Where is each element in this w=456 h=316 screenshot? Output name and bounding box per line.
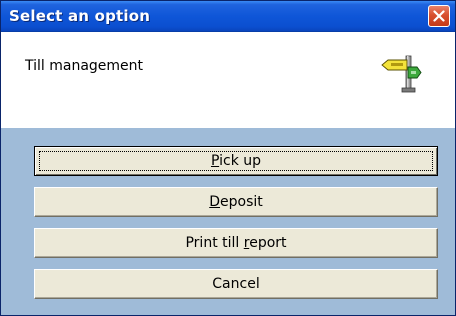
button-label: Deposit <box>209 194 263 210</box>
title-bar[interactable]: Select an option <box>1 1 455 32</box>
print-till-report-button[interactable]: Print till report <box>34 228 438 258</box>
message-text: Till management <box>25 58 144 74</box>
deposit-button[interactable]: Deposit <box>34 187 438 217</box>
pick-up-button[interactable]: Pick up <box>34 146 438 176</box>
close-x-icon <box>433 10 445 22</box>
window-title: Select an option <box>9 7 151 25</box>
button-area: Pick up Deposit Print till report Cancel <box>1 128 455 315</box>
close-button[interactable] <box>428 5 450 27</box>
button-label: Print till report <box>185 235 287 251</box>
cancel-button[interactable]: Cancel <box>34 269 438 299</box>
signpost-icon <box>381 55 422 93</box>
button-label: Cancel <box>212 276 260 292</box>
button-label: Pick up <box>210 153 262 169</box>
header-area: Till management <box>1 32 455 128</box>
dialog-window: Select an option Till management Pick up… <box>0 0 456 316</box>
